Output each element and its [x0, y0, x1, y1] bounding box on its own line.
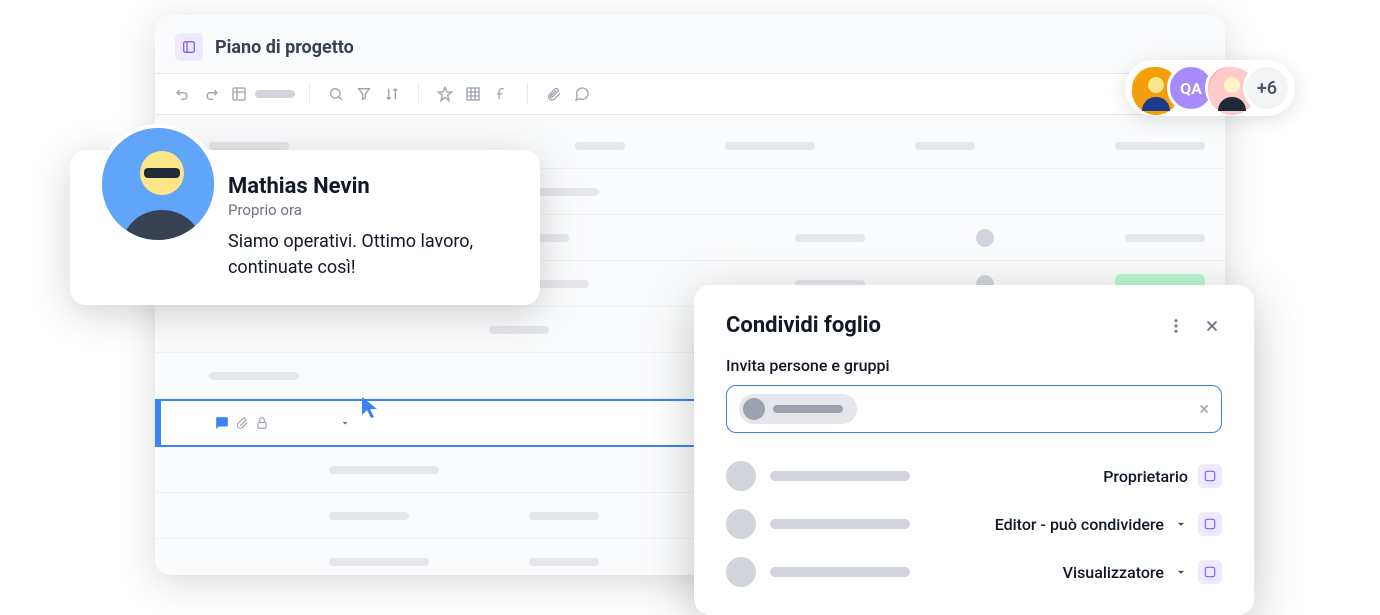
sort-icon[interactable] — [380, 82, 404, 106]
comment-author-name: Mathias Nevin — [228, 174, 512, 199]
person-name-placeholder — [770, 567, 910, 577]
collaborator-avatars: QA +6 — [1125, 60, 1295, 116]
close-icon[interactable] — [1202, 316, 1222, 336]
sheet-icon — [1198, 512, 1222, 536]
table-icon[interactable] — [227, 82, 251, 106]
avatar — [726, 557, 756, 587]
role-selector[interactable]: Editor - può condividere — [995, 512, 1222, 536]
more-icon[interactable] — [1166, 316, 1186, 336]
chevron-down-icon — [1174, 565, 1188, 579]
clear-chip-icon[interactable]: × — [1199, 399, 1209, 420]
avatar — [726, 509, 756, 539]
role-selector: Proprietario — [1103, 464, 1222, 488]
app-icon — [175, 33, 203, 61]
chevron-down-icon[interactable] — [339, 417, 351, 429]
chevron-down-icon — [1174, 517, 1188, 531]
role-label: Proprietario — [1103, 467, 1188, 486]
attachment-indicator-icon — [235, 416, 249, 430]
redo-icon[interactable] — [199, 82, 223, 106]
grid-icon[interactable] — [461, 82, 485, 106]
share-dialog-title: Condividi foglio — [726, 313, 881, 338]
search-icon[interactable] — [324, 82, 348, 106]
invite-input[interactable]: × — [726, 385, 1222, 433]
function-icon[interactable] — [489, 82, 513, 106]
share-person-row: Visualizzatore — [726, 557, 1222, 587]
format-icon[interactable] — [433, 82, 457, 106]
share-list: Proprietario Editor - può condividere Vi… — [726, 461, 1222, 587]
sheet-icon — [1198, 560, 1222, 584]
role-label: Visualizzatore — [1063, 563, 1164, 582]
role-label: Editor - può condividere — [995, 515, 1164, 534]
comment-card: Mathias Nevin Proprio ora Siamo operativ… — [70, 150, 540, 305]
share-person-row: Editor - può condividere — [726, 509, 1222, 539]
comment-icon[interactable] — [570, 82, 594, 106]
invite-label: Invita persone e gruppi — [726, 356, 1222, 375]
sheet-icon — [1198, 464, 1222, 488]
avatar — [743, 398, 765, 420]
person-name-placeholder — [770, 519, 910, 529]
lock-icon — [255, 416, 269, 430]
toolbar — [155, 73, 1225, 115]
invite-chip[interactable] — [739, 394, 857, 424]
avatar — [726, 461, 756, 491]
role-selector[interactable]: Visualizzatore — [1063, 560, 1222, 584]
undo-icon[interactable] — [171, 82, 195, 106]
person-name-placeholder — [770, 471, 910, 481]
cursor-icon — [360, 395, 380, 423]
share-person-row: Proprietario — [726, 461, 1222, 491]
avatar — [975, 228, 995, 248]
comment-author-avatar — [98, 124, 218, 244]
share-dialog: Condividi foglio Invita persone e gruppi… — [694, 285, 1254, 615]
comment-indicator-icon — [215, 416, 229, 430]
app-header: Piano di progetto — [155, 15, 1225, 73]
page-title: Piano di progetto — [215, 37, 354, 58]
avatar-overflow-count[interactable]: +6 — [1243, 64, 1291, 112]
filter-icon[interactable] — [352, 82, 376, 106]
attachment-icon[interactable] — [542, 82, 566, 106]
comment-timestamp: Proprio ora — [228, 201, 512, 219]
chip-name-placeholder — [773, 405, 843, 413]
toolbar-placeholder — [255, 90, 295, 98]
